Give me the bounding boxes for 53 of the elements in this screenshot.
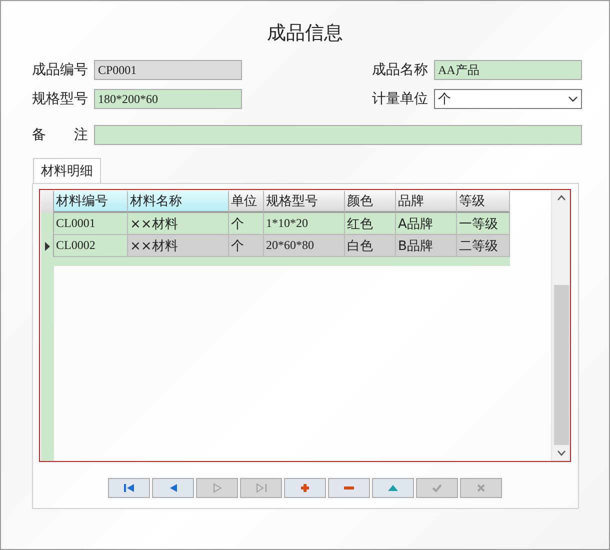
triangle-up-icon: [388, 483, 398, 493]
field-label: 成品名称: [372, 61, 429, 79]
table-cell: 白色: [345, 235, 396, 257]
table-cell: CL0002: [54, 235, 128, 257]
prior-button[interactable]: [152, 478, 194, 498]
column-header[interactable]: 颜色: [345, 191, 396, 213]
table-cell: 个: [229, 235, 264, 257]
scrollbar[interactable]: [551, 190, 570, 461]
column-header[interactable]: 等级: [457, 191, 510, 213]
triangle-left-icon: [168, 483, 178, 493]
row-header: [41, 191, 54, 213]
check-icon: [432, 483, 442, 493]
row-pointer-icon: [44, 242, 50, 250]
tab[interactable]: 材料明细: [33, 158, 101, 183]
table-cell: B品牌: [396, 235, 457, 257]
delete-button[interactable]: [328, 478, 370, 498]
column-header[interactable]: 品牌: [396, 191, 457, 213]
first-button[interactable]: [108, 478, 150, 498]
table-cell: 红色: [345, 213, 396, 235]
table-cell: A品牌: [396, 213, 457, 235]
input-field[interactable]: 180*200*60: [94, 89, 242, 109]
field-label: 注: [74, 126, 88, 144]
table-cell: ××材料: [128, 213, 229, 235]
triangle-right-icon: [212, 483, 222, 493]
column-header[interactable]: 规格型号: [264, 191, 345, 213]
chevron-down-icon: [556, 450, 566, 456]
skip-last-icon: [256, 483, 266, 493]
window-title: 成品信息: [266, 21, 344, 46]
column-header[interactable]: 材料名称: [128, 191, 229, 213]
table-cell: CL0001: [54, 213, 128, 235]
table-cell: 20*60*80: [264, 235, 345, 257]
table-cell: 一等级: [457, 213, 510, 235]
column-header[interactable]: 单位: [229, 191, 264, 213]
input-field[interactable]: AA产品: [434, 60, 582, 80]
column-header[interactable]: 材料编号: [54, 191, 128, 213]
chevron-down-icon: [568, 96, 578, 102]
table-cell: 个: [229, 213, 264, 235]
field-label: 计量单位: [372, 90, 429, 108]
table-cell: 二等级: [457, 235, 510, 257]
edit-button[interactable]: [372, 478, 414, 498]
unit-dropdown[interactable]: 个: [434, 89, 582, 109]
remark-field[interactable]: [94, 125, 582, 145]
plus-icon: [300, 483, 310, 493]
field-label: 成品编号: [32, 61, 89, 79]
skip-first-icon: [124, 483, 134, 493]
table-cell: 1*10*20: [264, 213, 345, 235]
field-label: 规格型号: [32, 90, 89, 108]
insert-button[interactable]: [284, 478, 326, 498]
scrollbar-thumb[interactable]: [554, 285, 568, 445]
close-icon: [476, 483, 486, 493]
table-cell: ××材料: [128, 235, 229, 257]
chevron-up-icon: [556, 195, 566, 201]
field-label: 备: [32, 126, 46, 144]
